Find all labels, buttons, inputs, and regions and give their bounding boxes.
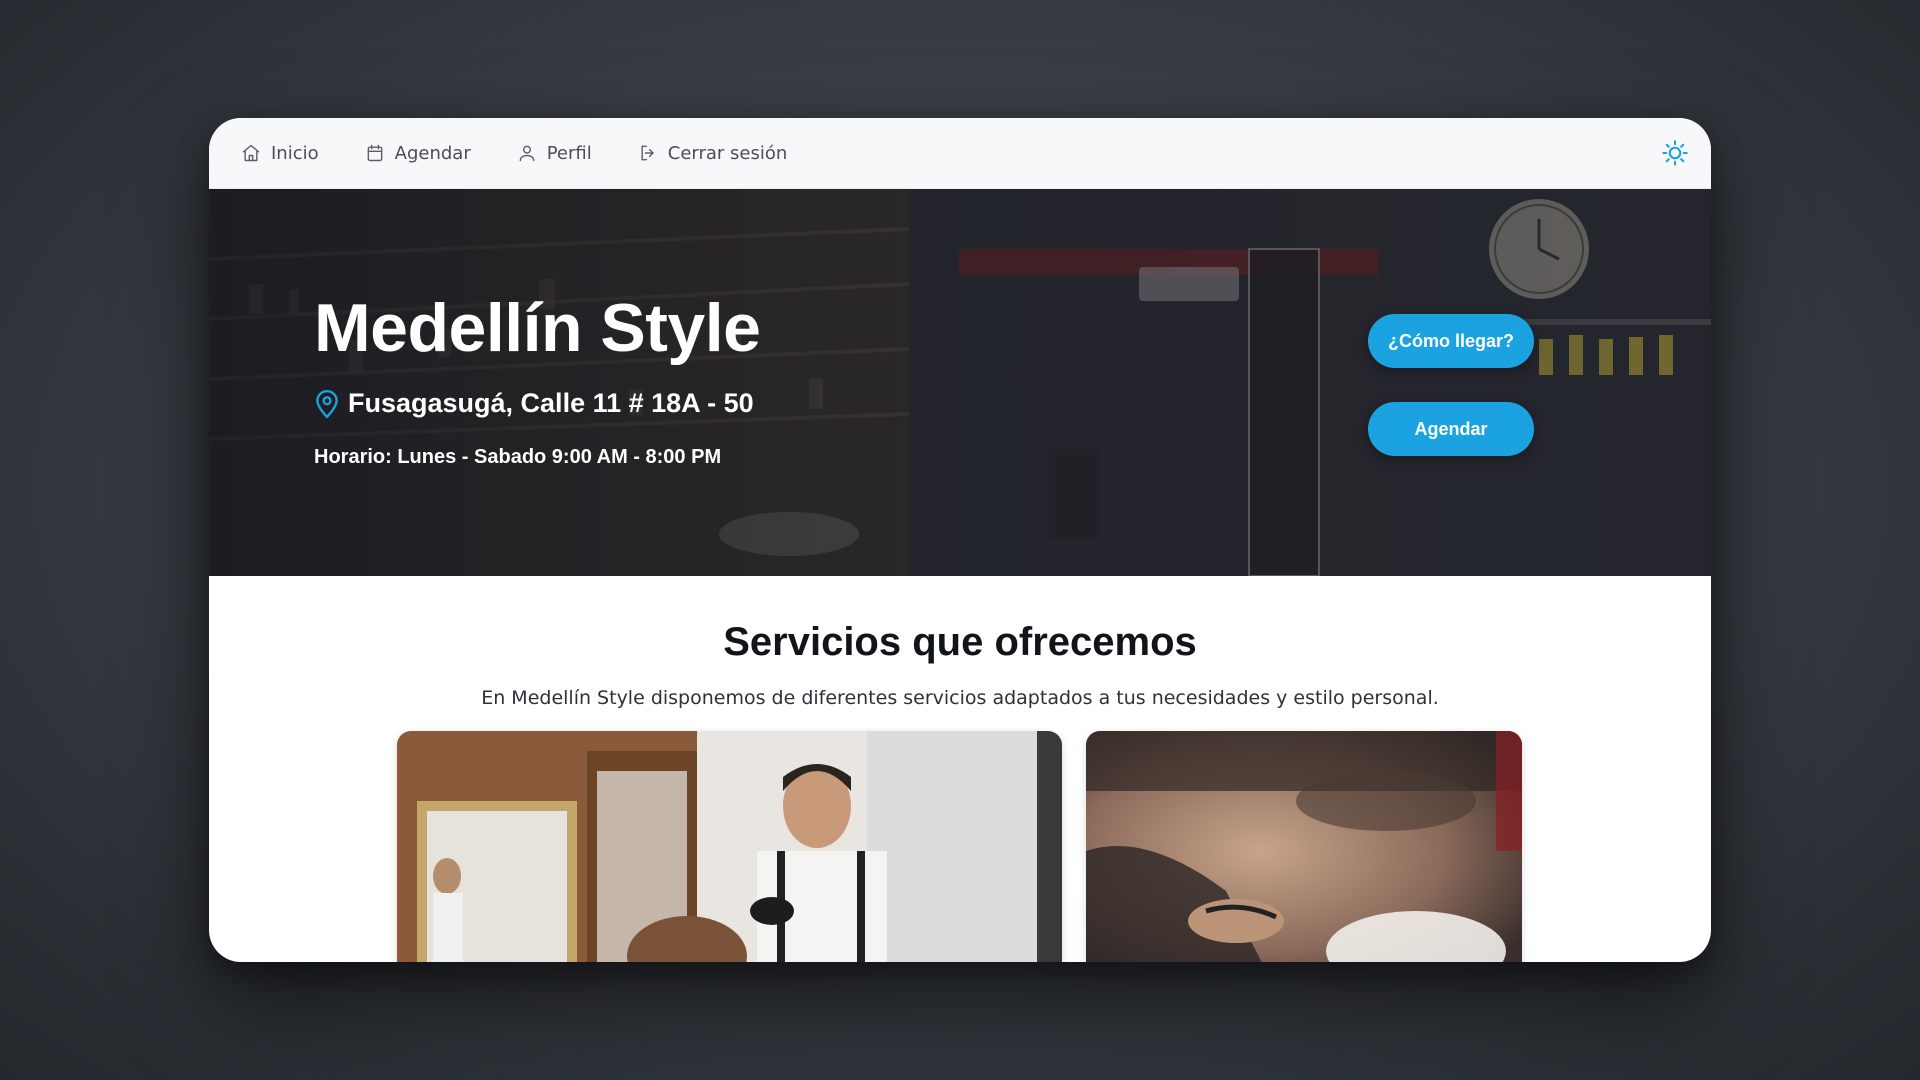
nav-item-cerrar-sesion[interactable]: Cerrar sesión (638, 142, 788, 164)
services-section: Servicios que ofrecemos En Medellín Styl… (209, 576, 1711, 709)
services-description: En Medellín Style disponemos de diferent… (481, 687, 1439, 709)
top-navbar: Inicio Agendar Perfil Cerrar sesión (209, 118, 1711, 189)
map-pin-icon (316, 389, 338, 419)
nav-item-label: Inicio (271, 142, 319, 164)
user-icon (519, 145, 535, 162)
business-address: Fusagasugá, Calle 11 # 18A - 50 (314, 388, 760, 419)
services-title: Servicios que ofrecemos (723, 620, 1197, 664)
barber-cutting-hair-image (397, 731, 1062, 962)
nav-item-agendar[interactable]: Agendar (365, 143, 471, 164)
book-appointment-button[interactable]: Agendar (1368, 402, 1534, 456)
barber-shaving-image (1086, 731, 1522, 962)
service-cards (397, 731, 1522, 962)
hero-banner: Medellín Style Fusagasugá, Calle 11 # 18… (209, 189, 1711, 576)
sun-icon (1662, 140, 1688, 166)
hero-content: Medellín Style Fusagasugá, Calle 11 # 18… (314, 290, 761, 469)
address-text: Fusagasugá, Calle 11 # 18A - 50 (348, 388, 754, 418)
business-hours: Horario: Lunes - Sabado 9:00 AM - 8:00 P… (314, 446, 722, 468)
browser-window: Inicio Agendar Perfil Cerrar sesión Mede… (209, 118, 1711, 962)
nav-item-label: Cerrar sesión (667, 142, 788, 164)
logout-icon (641, 145, 654, 161)
business-name-title: Medellín Style (314, 290, 761, 366)
directions-button[interactable]: ¿Cómo llegar? (1368, 314, 1534, 368)
calendar-icon (367, 144, 383, 162)
home-icon (242, 144, 260, 162)
nav-item-perfil[interactable]: Perfil (517, 143, 592, 164)
service-card-beard[interactable] (1086, 731, 1522, 962)
theme-toggle-button[interactable] (1661, 139, 1689, 167)
nav-item-label: Agendar (394, 142, 471, 164)
service-card-haircut[interactable] (397, 731, 1062, 962)
nav-item-label: Perfil (546, 142, 592, 164)
nav-item-inicio[interactable]: Inicio (241, 143, 319, 164)
